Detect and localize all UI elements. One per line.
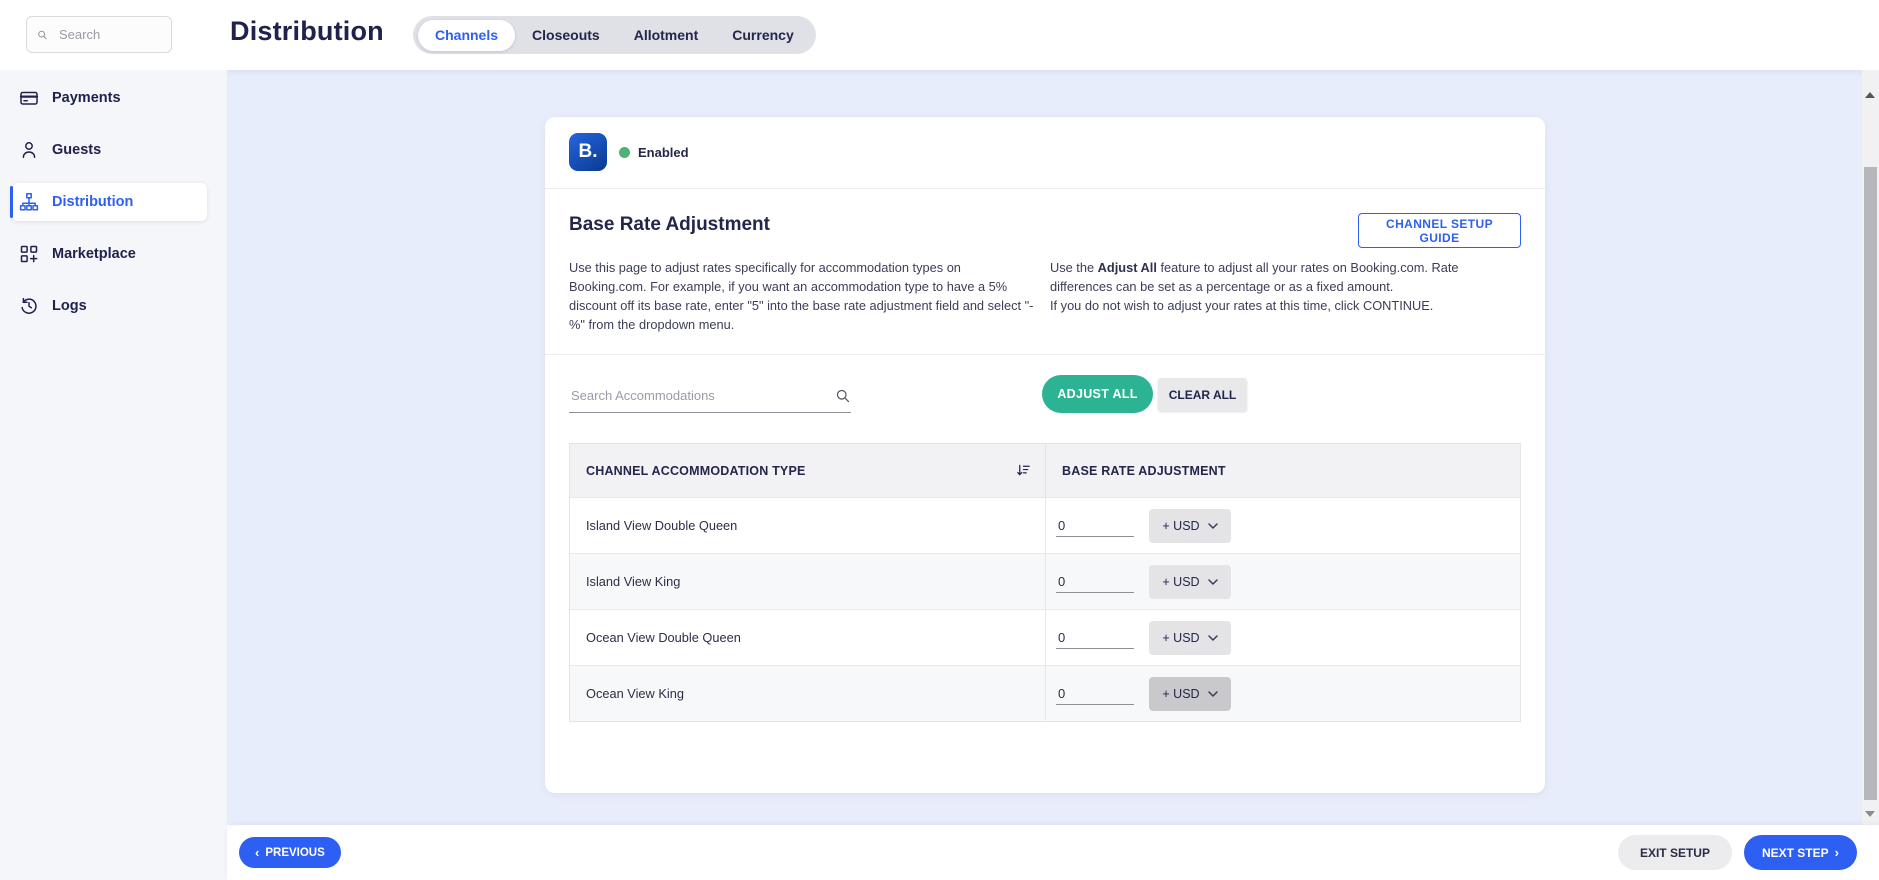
main-content: B. Enabled Base Rate Adjustment CHANNEL … <box>227 70 1862 825</box>
previous-button-label: PREVIOUS <box>265 846 325 859</box>
vertical-scrollbar[interactable] <box>1862 70 1879 825</box>
accommodation-name: Ocean View King <box>570 666 1046 721</box>
unit-label: + USD <box>1162 518 1200 533</box>
rate-input[interactable] <box>1056 514 1134 537</box>
column-header-label: BASE RATE ADJUSTMENT <box>1062 463 1226 478</box>
sidebar-item-payments[interactable]: Payments <box>12 79 207 117</box>
chevron-left-icon: ‹ <box>255 845 260 860</box>
unit-dropdown[interactable]: + USD <box>1149 620 1231 655</box>
search-icon <box>836 389 850 402</box>
unit-dropdown[interactable]: + USD <box>1149 564 1231 599</box>
rate-cell: + USD <box>1046 610 1520 665</box>
adjust-all-button[interactable]: ADJUST ALL <box>1042 375 1153 413</box>
accommodation-search-input[interactable] <box>569 387 835 404</box>
chevron-right-icon: › <box>1834 845 1839 860</box>
sidebar-item-logs[interactable]: Logs <box>12 287 207 325</box>
status-label: Enabled <box>638 144 689 160</box>
sidebar-item-label: Guests <box>52 142 102 158</box>
table-header-row: CHANNEL ACCOMMODATION TYPE BASE RATE ADJ… <box>570 444 1520 497</box>
status-dot-icon <box>619 146 630 158</box>
sidebar-item-label: Distribution <box>52 194 134 210</box>
person-icon <box>22 142 36 158</box>
top-bar: Distribution Channels Closeouts Allotmen… <box>0 0 1879 70</box>
scroll-down-arrow-icon[interactable] <box>1865 811 1875 817</box>
tab-currency[interactable]: Currency <box>715 20 810 51</box>
distribution-tab-bar: Channels Closeouts Allotment Currency <box>413 16 816 54</box>
accommodation-name: Island View King <box>570 554 1046 609</box>
rate-cell: + USD <box>1046 554 1520 609</box>
table-row: Island View Double Queen + USD <box>570 497 1520 553</box>
unit-dropdown[interactable]: + USD <box>1149 676 1231 711</box>
header-base-rate-adjustment: BASE RATE ADJUSTMENT <box>1046 462 1520 480</box>
unit-label: + USD <box>1162 574 1200 589</box>
sidebar-item-guests[interactable]: Guests <box>12 131 207 169</box>
rate-adjustment-table: CHANNEL ACCOMMODATION TYPE BASE RATE ADJ… <box>569 443 1521 722</box>
credit-card-icon <box>19 91 39 105</box>
clear-all-button[interactable]: CLEAR ALL <box>1158 378 1247 411</box>
global-search-box[interactable] <box>26 16 172 53</box>
previous-button[interactable]: ‹ PREVIOUS <box>239 837 341 868</box>
history-icon <box>21 297 37 314</box>
sidebar-item-distribution[interactable]: Distribution <box>10 183 207 221</box>
sort-icon[interactable] <box>1016 463 1031 478</box>
rate-input[interactable] <box>1056 682 1134 705</box>
exit-setup-button[interactable]: EXIT SETUP <box>1617 835 1732 870</box>
header-channel-accommodation-type: CHANNEL ACCOMMODATION TYPE <box>570 444 1046 497</box>
sidebar-item-marketplace[interactable]: Marketplace <box>12 235 207 273</box>
next-step-button[interactable]: NEXT STEP › <box>1743 835 1857 870</box>
description-right: Use the Adjust All feature to adjust all… <box>1050 258 1520 315</box>
scrollbar-thumb[interactable] <box>1864 167 1877 800</box>
unit-label: + USD <box>1162 686 1200 701</box>
unit-dropdown[interactable]: + USD <box>1149 508 1231 543</box>
sidebar-item-label: Marketplace <box>52 246 136 262</box>
scroll-up-arrow-icon[interactable] <box>1865 92 1875 98</box>
divider <box>545 188 1545 189</box>
accommodation-search-box[interactable] <box>569 379 851 413</box>
sidebar-item-label: Payments <box>52 90 121 106</box>
sidebar-item-label: Logs <box>52 298 87 314</box>
rate-cell: + USD <box>1046 666 1520 721</box>
tab-closeouts[interactable]: Closeouts <box>515 20 617 51</box>
tab-channels[interactable]: Channels <box>418 19 516 51</box>
setup-footer-bar: ‹ PREVIOUS EXIT SETUP NEXT STEP › <box>227 825 1879 880</box>
description-right-prefix: Use the <box>1050 260 1098 275</box>
grid-plus-icon <box>20 245 38 263</box>
rate-cell: + USD <box>1046 498 1520 553</box>
global-search-input[interactable] <box>57 26 161 43</box>
table-row: Ocean View King + USD <box>570 665 1520 721</box>
tab-allotment[interactable]: Allotment <box>617 20 716 51</box>
table-row: Ocean View Double Queen + USD <box>570 609 1520 665</box>
sidebar: Payments Guests Distribution Marketplace <box>0 70 227 880</box>
next-button-label: NEXT STEP <box>1761 845 1829 860</box>
rate-input[interactable] <box>1056 626 1134 649</box>
sitemap-icon <box>19 193 39 211</box>
accommodation-name: Island View Double Queen <box>570 498 1046 553</box>
description-right-line2: If you do not wish to adjust your rates … <box>1050 298 1434 313</box>
description-right-bold: Adjust All <box>1097 260 1157 275</box>
booking-com-logo: B. <box>569 133 607 171</box>
channel-status: Enabled <box>619 117 689 187</box>
chevron-down-icon <box>1207 690 1218 697</box>
description-left: Use this page to adjust rates specifical… <box>569 260 1034 332</box>
channel-settings-card: B. Enabled Base Rate Adjustment CHANNEL … <box>545 117 1545 793</box>
chevron-down-icon <box>1207 634 1218 641</box>
chevron-down-icon <box>1207 522 1218 529</box>
channel-setup-guide-button[interactable]: CHANNEL SETUP GUIDE <box>1358 213 1521 248</box>
footer-right-group: EXIT SETUP NEXT STEP › <box>1617 835 1857 870</box>
table-row: Island View King + USD <box>570 553 1520 609</box>
rate-input[interactable] <box>1056 570 1134 593</box>
search-icon <box>38 30 47 39</box>
chevron-down-icon <box>1207 578 1218 585</box>
accommodation-name: Ocean View Double Queen <box>570 610 1046 665</box>
divider <box>545 354 1545 355</box>
unit-label: + USD <box>1162 630 1200 645</box>
column-header-label: CHANNEL ACCOMMODATION TYPE <box>586 463 806 478</box>
section-heading: Base Rate Adjustment <box>569 214 770 235</box>
page-title: Distribution <box>230 16 384 46</box>
